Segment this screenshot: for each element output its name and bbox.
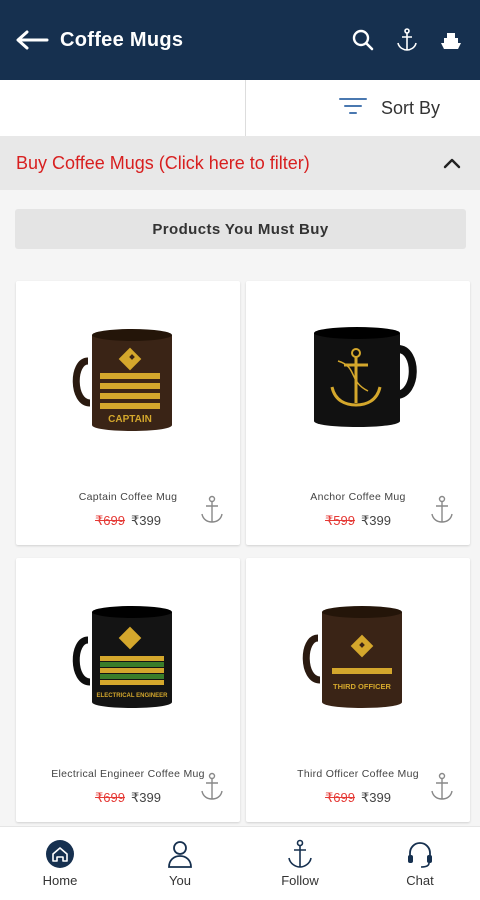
svg-text:ELECTRICAL ENGINEER: ELECTRICAL ENGINEER <box>97 693 169 699</box>
product-card[interactable]: THIRD OFFICER Third Officer Coffee Mug ₹… <box>246 558 470 822</box>
user-icon <box>165 839 195 869</box>
product-price: ₹399 <box>361 513 391 528</box>
product-card[interactable]: ELECTRICAL ENGINEER Electrical Engineer … <box>16 558 240 822</box>
ship-icon[interactable] <box>436 25 466 55</box>
nav-label: Follow <box>281 873 319 888</box>
anchor-icon[interactable] <box>428 770 456 804</box>
svg-text:THIRD OFFICER: THIRD OFFICER <box>333 682 391 691</box>
svg-text:CAPTAIN: CAPTAIN <box>108 414 152 425</box>
anchor-icon[interactable] <box>392 25 422 55</box>
product-image: THIRD OFFICER <box>246 558 470 758</box>
product-price: ₹399 <box>131 790 161 805</box>
search-icon[interactable] <box>348 25 378 55</box>
sort-label: Sort By <box>380 97 440 118</box>
product-image: CAPTAIN <box>16 281 240 481</box>
page-title: Coffee Mugs <box>60 28 184 51</box>
product-card[interactable]: Anchor Coffee Mug ₹599 ₹399 <box>246 281 470 545</box>
filter-placeholder <box>0 80 246 136</box>
anchor-icon[interactable] <box>198 493 226 527</box>
product-price: ₹399 <box>361 790 391 805</box>
nav-label: Chat <box>406 873 434 888</box>
anchor-icon[interactable] <box>198 770 226 804</box>
section-title: Products You Must Buy <box>15 209 466 249</box>
nav-chat[interactable]: Chat <box>360 827 480 900</box>
nav-you[interactable]: You <box>120 827 240 900</box>
nav-home[interactable]: Home <box>0 827 120 900</box>
product-mrp: ₹699 <box>325 790 355 805</box>
sort-icon <box>338 97 367 120</box>
sort-bar: Sort By <box>0 80 480 136</box>
filter-label: Buy Coffee Mugs (Click here to filter) <box>16 152 310 173</box>
bottom-nav: Home You Follow Chat <box>0 826 480 900</box>
nav-label: You <box>169 873 191 888</box>
product-image: ELECTRICAL ENGINEER <box>16 558 240 758</box>
header-actions <box>348 25 466 55</box>
product-image <box>246 281 470 481</box>
anchor-icon[interactable] <box>428 493 456 527</box>
headset-icon <box>405 839 435 869</box>
product-mrp: ₹699 <box>95 513 125 528</box>
chevron-up-icon[interactable] <box>440 151 464 175</box>
anchor-icon <box>285 839 315 869</box>
back-arrow-icon[interactable] <box>14 22 50 58</box>
home-icon <box>45 839 75 869</box>
sort-button[interactable]: Sort By <box>246 80 480 136</box>
nav-follow[interactable]: Follow <box>240 827 360 900</box>
filter-bar[interactable]: Buy Coffee Mugs (Click here to filter) <box>0 136 480 190</box>
product-price: ₹399 <box>131 513 161 528</box>
product-mrp: ₹699 <box>95 790 125 805</box>
product-mrp: ₹599 <box>325 513 355 528</box>
product-card[interactable]: CAPTAIN Captain Coffee Mug ₹699 ₹399 <box>16 281 240 545</box>
nav-label: Home <box>42 873 78 888</box>
app-bar: Coffee Mugs <box>0 0 480 80</box>
